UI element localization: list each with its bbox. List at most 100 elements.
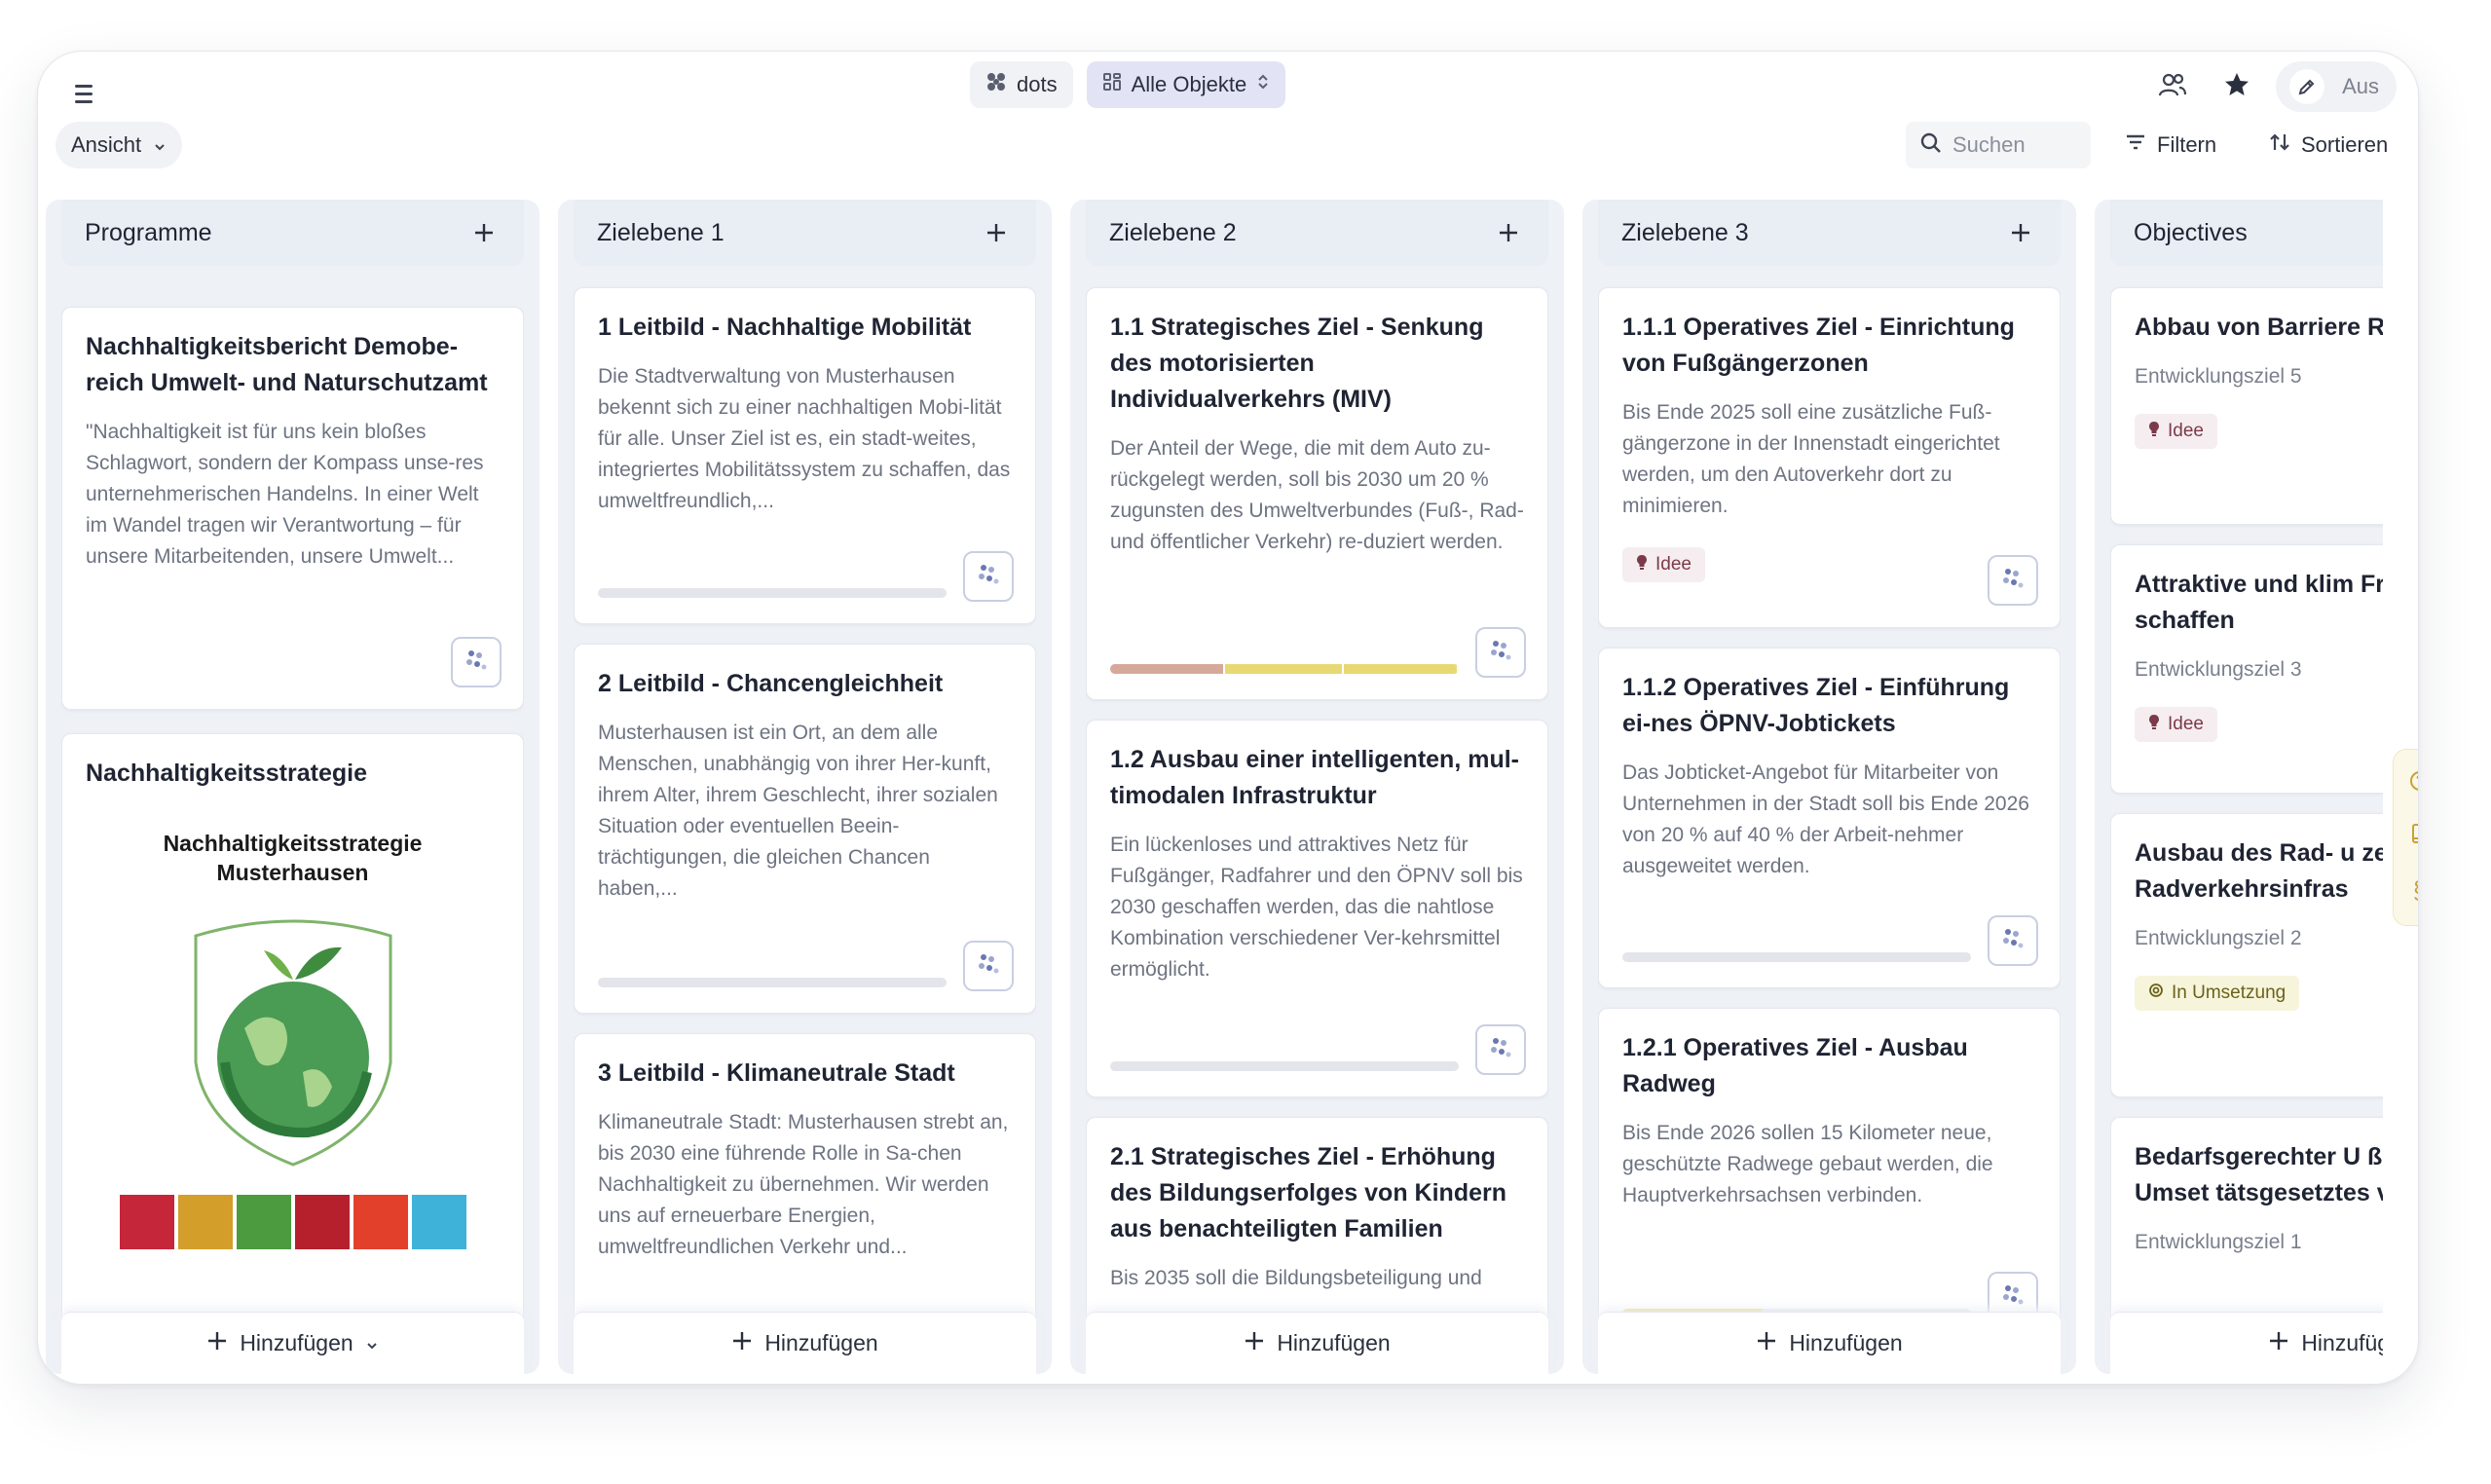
column-header: Zielebene 1 xyxy=(574,200,1036,266)
plus-icon xyxy=(1244,1330,1265,1357)
status-badge-label: Idee xyxy=(2168,421,2204,441)
sort-label: Sortieren xyxy=(2301,132,2389,157)
filter-label: Filtern xyxy=(2157,132,2217,157)
column-title: Zielebene 2 xyxy=(1109,218,1237,246)
search-box[interactable] xyxy=(1906,122,2091,168)
add-item-button[interactable]: Hinzufügen xyxy=(1598,1312,2061,1374)
progress-bar xyxy=(1622,952,1971,962)
column-cards: 1 Leitbild - Nachhaltige Mobilität Die S… xyxy=(574,200,1036,1374)
card[interactable]: 2 Leitbild - Chancengleichheit Musterhau… xyxy=(574,644,1036,1014)
dots-logo-icon xyxy=(985,71,1007,98)
view-selector[interactable]: Alle Objekte xyxy=(1086,61,1286,108)
search-input[interactable] xyxy=(1952,132,2079,158)
dots-menu-button[interactable] xyxy=(1988,915,2038,966)
add-item-button[interactable]: Hinzufügen xyxy=(574,1312,1036,1374)
card[interactable]: Nachhaltigkeitsbericht Demobe-reich Umwe… xyxy=(61,307,524,710)
card-subtitle: Entwicklungsziel 5 xyxy=(2135,365,2302,388)
card-subtitle: Entwicklungsziel 1 xyxy=(2135,1231,2302,1253)
status-badge: Idee xyxy=(2135,414,2217,449)
dots-menu-button[interactable] xyxy=(963,941,1014,991)
dots-menu-button[interactable] xyxy=(451,637,502,687)
dots-menu-button[interactable] xyxy=(1988,555,2038,606)
sdg-6-icon xyxy=(411,1195,466,1249)
card-description: Bis Ende 2025 soll eine zusätzliche Fuß-… xyxy=(1622,401,2000,517)
top-center-controls: dots Alle Objekte xyxy=(970,61,1286,108)
sdg-icons-row xyxy=(86,1195,500,1249)
edit-mode-toggle[interactable]: Aus xyxy=(2276,61,2397,112)
card[interactable]: Attraktive und klim Freiräume schaffen E… xyxy=(2110,544,2383,794)
card-title: Ausbau des Rad- u zes sowie der Radverke… xyxy=(2135,839,2383,903)
favorite-button[interactable] xyxy=(2212,61,2262,112)
add-card-button[interactable] xyxy=(980,216,1013,249)
dots-menu-button[interactable] xyxy=(963,551,1014,602)
sdg-3-icon xyxy=(236,1195,291,1249)
add-card-button[interactable] xyxy=(467,216,501,249)
users-button[interactable] xyxy=(2147,61,2198,112)
side-toolbar: § xyxy=(2393,749,2418,926)
card-title: 2.1 Strategisches Ziel - Erhöhung des Bi… xyxy=(1110,1143,1506,1243)
filter-button[interactable]: Filtern xyxy=(2124,122,2216,168)
filter-icon xyxy=(2124,130,2147,160)
view-menu-button[interactable]: Ansicht xyxy=(56,122,183,168)
column-zielebene-1: 1 Leitbild - Nachhaltige Mobilität Die S… xyxy=(558,200,1052,1374)
target-icon xyxy=(2148,983,2164,1004)
column-title: Zielebene 1 xyxy=(597,218,725,246)
card-description: Das Jobticket-Angebot für Mitarbeiter vo… xyxy=(1622,761,2029,877)
card-description: Klimaneutrale Stadt: Musterhausen strebt… xyxy=(598,1111,1009,1258)
dots-menu-button[interactable] xyxy=(1475,627,1526,678)
kanban-icon xyxy=(1102,72,1122,97)
column-cards: 1.1 Strategisches Ziel - Senkung des mot… xyxy=(1086,200,1548,1374)
card[interactable]: Nachhaltigkeitsstrategie Nachhaltigkeits… xyxy=(61,733,524,1374)
plus-icon xyxy=(2268,1330,2289,1357)
legal-button[interactable]: § xyxy=(2402,873,2418,909)
plus-icon xyxy=(206,1330,228,1357)
card[interactable]: 1.1 Strategisches Ziel - Senkung des mot… xyxy=(1086,287,1548,700)
add-card-button[interactable] xyxy=(1492,216,1525,249)
workspace-button[interactable]: dots xyxy=(970,61,1073,108)
add-item-button[interactable]: Hinzufügen xyxy=(1086,1312,1548,1374)
card-description: Musterhausen ist ein Ort, an dem alle Me… xyxy=(598,722,998,900)
column-header: Objectives xyxy=(2110,200,2383,266)
pencil-icon xyxy=(2289,69,2325,104)
card-subtitle: Entwicklungsziel 3 xyxy=(2135,658,2302,681)
card[interactable]: Ausbau des Rad- u zes sowie der Radverke… xyxy=(2110,813,2383,1097)
card-title: Nachhaltigkeitsbericht Demobe-reich Umwe… xyxy=(86,333,488,396)
card-description: Bis Ende 2026 sollen 15 Kilometer neue, … xyxy=(1622,1122,1993,1206)
progress-segment xyxy=(1110,664,1226,674)
column-zielebene-2: 1.1 Strategisches Ziel - Senkung des mot… xyxy=(1070,200,1564,1374)
sdg-1-icon xyxy=(119,1195,174,1249)
dots-cluster-icon xyxy=(1998,924,2027,958)
add-item-label: Hinzufügen xyxy=(1789,1330,1903,1355)
card[interactable]: 1.2 Ausbau einer intelligenten, mul-timo… xyxy=(1086,720,1548,1097)
add-item-button[interactable]: Hinzufügen xyxy=(61,1312,524,1374)
progress-bar xyxy=(598,978,947,987)
card-title: 1.2 Ausbau einer intelligenten, mul-timo… xyxy=(1110,746,1519,809)
card-title: 1.1.2 Operatives Ziel - Einführung ei-ne… xyxy=(1622,674,2010,737)
add-item-button[interactable]: Hinzufügen xyxy=(2110,1312,2383,1374)
bulb-icon xyxy=(2148,714,2160,735)
add-item-label: Hinzufügen xyxy=(1277,1330,1391,1355)
card[interactable]: 1 Leitbild - Nachhaltige Mobilität Die S… xyxy=(574,287,1036,624)
dots-cluster-icon xyxy=(1998,1280,2027,1315)
card[interactable]: 1.1.1 Operatives Ziel - Einrichtung von … xyxy=(1598,287,2061,628)
chevron-down-icon xyxy=(153,132,167,158)
menu-icon[interactable] xyxy=(67,77,100,110)
chevron-updown-icon xyxy=(1256,72,1270,97)
column-cards: Abbau von Barriere Raum Entwicklungsziel… xyxy=(2110,200,2383,1374)
workspace-label: dots xyxy=(1017,72,1058,96)
kanban-board: Nachhaltigkeitsbericht Demobe-reich Umwe… xyxy=(46,200,2383,1374)
card-title: 1.1.1 Operatives Ziel - Einrichtung von … xyxy=(1622,314,2015,377)
card[interactable]: Abbau von Barriere Raum Entwicklungsziel… xyxy=(2110,287,2383,525)
card[interactable]: 1.1.2 Operatives Ziel - Einführung ei-ne… xyxy=(1598,648,2061,988)
plus-icon xyxy=(731,1330,753,1357)
dots-menu-button[interactable] xyxy=(1475,1024,1526,1075)
document-preview-title-line2: Musterhausen xyxy=(216,860,369,885)
help-button[interactable] xyxy=(2402,766,2418,801)
card[interactable]: 1.2.1 Operatives Ziel - Ausbau Radweg Bi… xyxy=(1598,1008,2061,1345)
docs-button[interactable] xyxy=(2402,820,2418,855)
add-card-button[interactable] xyxy=(2004,216,2037,249)
sort-button[interactable]: Sortieren xyxy=(2268,122,2388,168)
bulb-icon xyxy=(1636,554,1648,575)
card-title: Nachhaltigkeitsstrategie xyxy=(86,760,367,787)
card-title: 3 Leitbild - Klimaneutrale Stadt xyxy=(598,1059,955,1087)
